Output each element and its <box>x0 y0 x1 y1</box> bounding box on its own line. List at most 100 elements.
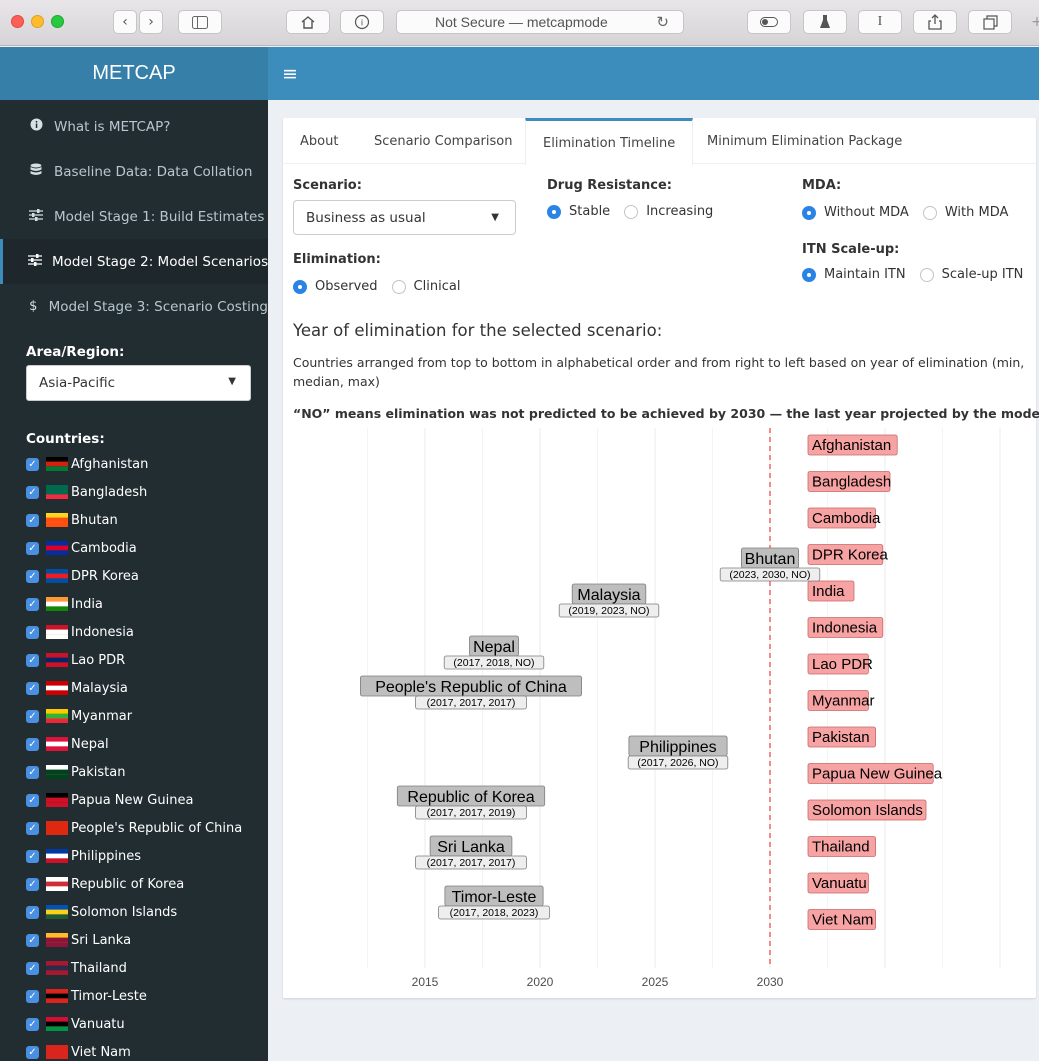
country-checkbox-item[interactable]: ✓ Bangladesh <box>26 482 147 502</box>
checkbox-checked-icon[interactable]: ✓ <box>26 681 39 695</box>
country-checkbox-item[interactable]: ✓ Solomon Islands <box>26 902 177 922</box>
text-cursor-icon[interactable]: I <box>858 10 902 34</box>
sidebar-item-baseline-data[interactable]: Baseline Data: Data Collation <box>0 149 268 194</box>
tab-minimum-elimination-package[interactable]: Minimum Elimination Package <box>690 118 919 164</box>
checkbox-checked-icon[interactable]: ✓ <box>26 849 39 863</box>
checkbox-checked-icon[interactable]: ✓ <box>26 765 39 779</box>
radio-with-mda[interactable] <box>922 205 937 220</box>
checkbox-checked-icon[interactable]: ✓ <box>26 989 39 1003</box>
checkbox-checked-icon[interactable]: ✓ <box>26 709 39 723</box>
radio-scaleup-itn[interactable] <box>919 267 934 282</box>
radio-clinical[interactable] <box>391 279 406 294</box>
checkbox-checked-icon[interactable]: ✓ <box>26 457 39 471</box>
toggle-icon[interactable] <box>747 10 791 34</box>
chart-description: Countries arranged from top to bottom in… <box>293 355 1025 389</box>
country-checkbox-item[interactable]: ✓ Philippines <box>26 846 141 866</box>
tabs-overview-icon[interactable] <box>968 10 1012 34</box>
hamburger-menu-icon[interactable]: ≡ <box>282 63 298 85</box>
scenario-select[interactable]: Business as usual ▼ <box>293 200 516 235</box>
eliminated-range-label: (2017, 2017, 2017) <box>427 697 516 709</box>
country-checkbox-item[interactable]: ✓ Nepal <box>26 734 109 754</box>
address-bar[interactable]: Not Secure — metcapmode ↻ <box>396 10 684 34</box>
sidebar-item-what-is-metcap[interactable]: What is METCAP? <box>0 104 268 149</box>
radio-maintain-itn[interactable] <box>802 267 816 282</box>
flag-icon <box>46 961 68 975</box>
country-checkbox-item[interactable]: ✓ Indonesia <box>26 622 134 642</box>
close-window-button[interactable] <box>11 15 24 28</box>
reload-icon[interactable]: ↻ <box>656 13 669 31</box>
app-logo[interactable]: METCAP <box>0 47 268 100</box>
browser-toolbar: ‹ › i Not Secure — metcapmode ↻ I + <box>0 0 1039 46</box>
tab-scenario-comparison[interactable]: Scenario Comparison <box>357 118 529 164</box>
home-icon[interactable] <box>286 10 330 34</box>
country-checkbox-item[interactable]: ✓ Sri Lanka <box>26 930 131 950</box>
country-checkbox-item[interactable]: ✓ Vanuatu <box>26 1014 125 1034</box>
checkbox-checked-icon[interactable]: ✓ <box>26 821 39 835</box>
checkbox-checked-icon[interactable]: ✓ <box>26 513 39 527</box>
x-tick-label: 2020 <box>527 975 554 988</box>
radio-without-mda[interactable] <box>802 205 816 220</box>
country-label: DPR Korea <box>71 568 139 584</box>
sidebar-item-model-stage-3[interactable]: $ Model Stage 3: Scenario Costing <box>0 284 268 329</box>
checkbox-checked-icon[interactable]: ✓ <box>26 1017 39 1031</box>
not-eliminated-label: Solomon Islands <box>812 802 923 819</box>
eliminated-country-label: Bhutan <box>745 551 796 568</box>
country-label: Papua New Guinea <box>71 792 194 808</box>
country-checkbox-item[interactable]: ✓ People's Republic of China <box>26 818 242 838</box>
checkbox-checked-icon[interactable]: ✓ <box>26 625 39 639</box>
checkbox-checked-icon[interactable]: ✓ <box>26 933 39 947</box>
radio-observed[interactable] <box>293 279 307 294</box>
share-icon[interactable] <box>913 10 957 34</box>
country-checkbox-item[interactable]: ✓ DPR Korea <box>26 566 139 586</box>
checkbox-checked-icon[interactable]: ✓ <box>26 793 39 807</box>
checkbox-checked-icon[interactable]: ✓ <box>26 541 39 555</box>
sidebar-item-model-stage-1[interactable]: Model Stage 1: Build Estimates <box>0 194 268 239</box>
info-circle-icon[interactable]: i <box>340 10 384 34</box>
country-checkbox-item[interactable]: ✓ Malaysia <box>26 678 128 698</box>
country-checkbox-item[interactable]: ✓ Afghanistan <box>26 454 148 474</box>
chart-heading: Year of elimination for the selected sce… <box>293 321 663 340</box>
sidebar-item-model-stage-2[interactable]: Model Stage 2: Model Scenarios <box>0 239 268 284</box>
country-checkbox-item[interactable]: ✓ Cambodia <box>26 538 137 558</box>
scenario-label: Scenario: <box>293 178 362 193</box>
flag-icon <box>46 849 68 863</box>
checkbox-checked-icon[interactable]: ✓ <box>26 877 39 891</box>
checkbox-checked-icon[interactable]: ✓ <box>26 569 39 583</box>
country-checkbox-item[interactable]: ✓ Thailand <box>26 958 127 978</box>
flag-icon <box>46 933 68 947</box>
flask-icon[interactable] <box>803 10 847 34</box>
country-checkbox-item[interactable]: ✓ Republic of Korea <box>26 874 184 894</box>
sidebar-toggle-icon[interactable] <box>178 10 222 34</box>
country-checkbox-item[interactable]: ✓ Viet Nam <box>26 1042 131 1061</box>
checkbox-checked-icon[interactable]: ✓ <box>26 485 39 499</box>
checkbox-checked-icon[interactable]: ✓ <box>26 653 39 667</box>
country-checkbox-item[interactable]: ✓ Myanmar <box>26 706 132 726</box>
area-region-value: Asia-Pacific <box>39 375 116 391</box>
checkbox-checked-icon[interactable]: ✓ <box>26 905 39 919</box>
country-label: Vanuatu <box>71 1016 125 1032</box>
checkbox-checked-icon[interactable]: ✓ <box>26 961 39 975</box>
flag-icon <box>46 513 68 527</box>
checkbox-checked-icon[interactable]: ✓ <box>26 1045 39 1059</box>
caret-down-icon: ▼ <box>491 212 499 223</box>
zoom-window-button[interactable] <box>51 15 64 28</box>
radio-increasing[interactable] <box>624 204 639 219</box>
country-label: Pakistan <box>71 764 126 780</box>
country-checkbox-item[interactable]: ✓ Papua New Guinea <box>26 790 193 810</box>
tab-elimination-timeline[interactable]: Elimination Timeline <box>525 118 694 165</box>
country-checkbox-item[interactable]: ✓ Pakistan <box>26 762 125 782</box>
country-checkbox-item[interactable]: ✓ Lao PDR <box>26 650 125 670</box>
checkbox-checked-icon[interactable]: ✓ <box>26 737 39 751</box>
country-checkbox-item[interactable]: ✓ Bhutan <box>26 510 118 530</box>
checkbox-checked-icon[interactable]: ✓ <box>26 597 39 611</box>
tab-about[interactable]: About <box>283 118 355 164</box>
back-icon[interactable]: ‹ <box>113 10 137 34</box>
country-checkbox-item[interactable]: ✓ India <box>26 594 103 614</box>
minimize-window-button[interactable] <box>31 15 44 28</box>
area-region-select[interactable]: Asia-Pacific ▼ <box>26 365 251 401</box>
sliders-icon <box>28 253 42 270</box>
forward-icon[interactable]: › <box>139 10 163 34</box>
radio-stable[interactable] <box>547 204 561 219</box>
country-checkbox-item[interactable]: ✓ Timor-Leste <box>26 986 147 1006</box>
new-tab-icon[interactable]: + <box>1022 10 1039 34</box>
